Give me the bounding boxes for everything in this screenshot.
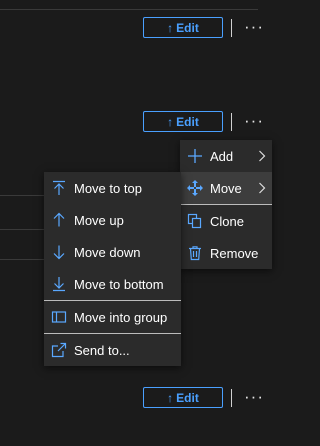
- menu-item-move-to-bottom[interactable]: Move to bottom: [44, 268, 181, 300]
- edit-button[interactable]: ↑ Edit: [143, 111, 223, 132]
- menu-item-move-down[interactable]: Move down: [44, 236, 181, 268]
- menu-item-send-to[interactable]: Send to...: [44, 334, 181, 366]
- arrow-up-icon: ↑: [167, 114, 174, 129]
- menu-item-label: Move to top: [74, 180, 142, 196]
- more-options-icon[interactable]: ···: [244, 18, 264, 35]
- row-divider: [0, 9, 258, 10]
- row-divider: [0, 195, 44, 196]
- trash-icon: [180, 245, 210, 261]
- menu-item-label: Move to bottom: [74, 276, 164, 292]
- move-submenu: Move to top Move up Move down Move to bo…: [44, 172, 181, 366]
- menu-item-label: Move into group: [74, 309, 168, 325]
- row-divider: [0, 259, 44, 260]
- menu-item-clone[interactable]: Clone: [180, 205, 272, 237]
- menu-item-label: Send to...: [74, 342, 130, 358]
- more-options-icon[interactable]: ···: [244, 388, 264, 405]
- arrow-down-icon: [44, 244, 74, 260]
- separator: [231, 113, 232, 131]
- group-icon: [44, 309, 74, 325]
- chevron-right-icon: [252, 150, 272, 162]
- edit-button[interactable]: ↑ Edit: [143, 387, 223, 408]
- arrow-up-icon: ↑: [167, 390, 174, 405]
- menu-item-move-to-top[interactable]: Move to top: [44, 172, 181, 204]
- menu-item-remove[interactable]: Remove: [180, 237, 272, 269]
- more-options-icon[interactable]: ···: [244, 112, 264, 129]
- send-to-icon: [44, 342, 74, 358]
- separator: [231, 389, 232, 407]
- move-to-top-icon: [44, 180, 74, 196]
- menu-item-add[interactable]: Add: [180, 140, 272, 172]
- menu-item-label: Move: [210, 180, 242, 196]
- move-to-bottom-icon: [44, 276, 74, 292]
- menu-item-move[interactable]: Move: [180, 172, 272, 204]
- plus-icon: [180, 148, 210, 164]
- arrow-up-icon: [44, 212, 74, 228]
- menu-item-move-into-group[interactable]: Move into group: [44, 301, 181, 333]
- menu-item-move-up[interactable]: Move up: [44, 204, 181, 236]
- edit-button[interactable]: ↑ Edit: [143, 17, 223, 38]
- context-menu: Add Move Clone Remove: [180, 140, 272, 269]
- chevron-right-icon: [252, 182, 272, 194]
- edit-label: Edit: [176, 390, 199, 405]
- menu-item-label: Add: [210, 148, 234, 164]
- move-icon: [180, 180, 210, 196]
- menu-item-label: Move down: [74, 244, 141, 260]
- menu-item-label: Clone: [210, 213, 244, 229]
- separator: [231, 19, 232, 37]
- clone-icon: [180, 213, 210, 229]
- menu-item-label: Move up: [74, 212, 124, 228]
- row-divider: [0, 229, 44, 230]
- edit-label: Edit: [176, 20, 199, 35]
- menu-item-label: Remove: [210, 245, 259, 261]
- edit-label: Edit: [176, 114, 199, 129]
- arrow-up-icon: ↑: [167, 20, 174, 35]
